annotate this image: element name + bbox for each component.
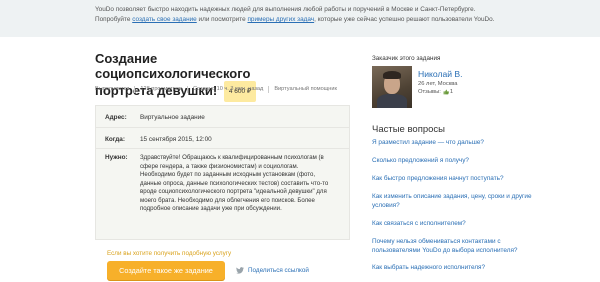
faq-item[interactable]: Как изменить описание задания, цену, сро… (372, 192, 542, 210)
banner-middle: или посмотрите (198, 16, 246, 23)
create-task-link[interactable]: создать свое задание (132, 16, 197, 23)
banner-prefix: Попробуйте (95, 16, 131, 23)
info-banner-text: YouDo позволяет быстро находить надежных… (95, 5, 515, 25)
task-created: Создано 10 ч. 3 мин. назад (186, 86, 268, 93)
reviews-label: Отзывы: (418, 89, 441, 95)
faq-list: Я разместил задание — что дальше? Скольк… (372, 138, 542, 272)
when-value: 15 сентября 2015, 12:00 (140, 136, 212, 143)
info-banner: YouDo позволяет быстро находить надежных… (0, 0, 600, 37)
faq-item[interactable]: Как выбрать надежного исполнителя? (372, 263, 542, 272)
needs-label: Нужно: (105, 154, 128, 161)
customer-location: 26 лет, Москва (418, 81, 458, 87)
faq-item[interactable]: Как быстро предложения начнут поступать? (372, 174, 542, 183)
task-meta: Выполняется 128 просмотров Создано 10 ч.… (95, 86, 342, 93)
examples-link[interactable]: примеры других задач (247, 16, 314, 23)
banner-line-1: YouDo позволяет быстро находить надежных… (95, 6, 476, 13)
avatar-body (377, 94, 407, 108)
thumbs-up-icon (443, 89, 449, 95)
faq-item[interactable]: Я разместил задание — что дальше? (372, 138, 542, 147)
customer-avatar[interactable] (372, 66, 412, 108)
faq-item[interactable]: Почему нельзя обмениваться контактами с … (372, 237, 542, 255)
similar-service-link[interactable]: Если вы хотите получить подобную услугу (107, 250, 231, 257)
task-description: Здравствуйте! Обращаюсь к квалифицирован… (140, 154, 329, 212)
task-category: Виртуальный помощник (268, 86, 342, 93)
reviews-count: 1 (449, 89, 454, 95)
twitter-icon (236, 267, 244, 274)
faq-item[interactable]: Как связаться с исполнителем? (372, 219, 542, 228)
create-similar-task-button[interactable]: Создайте такое же задание (107, 261, 225, 280)
when-label: Когда: (105, 136, 125, 143)
customer-heading: Заказчик этого задания (372, 55, 441, 62)
avatar-hair (383, 71, 401, 79)
task-title: Создание социопсихологического портрета … (95, 51, 305, 102)
address-label: Адрес: (105, 114, 127, 121)
address-row: Адрес: Виртуальное задание (96, 106, 349, 128)
share-link[interactable]: Поделиться ссылкой (236, 267, 309, 274)
task-views: 128 просмотров (134, 86, 187, 93)
faq-heading: Частые вопросы (372, 124, 445, 135)
banner-suffix: , которые уже сейчас успешно решают поль… (314, 16, 495, 23)
share-link-text: Поделиться ссылкой (248, 267, 309, 274)
customer-name[interactable]: Николай В. (418, 69, 463, 79)
task-details: Адрес: Виртуальное задание Когда: 15 сен… (95, 105, 350, 240)
address-value: Виртуальное задание (140, 114, 205, 121)
task-status: Выполняется (95, 86, 130, 92)
when-row: Когда: 15 сентября 2015, 12:00 (96, 128, 349, 149)
faq-item[interactable]: Сколько предложений я получу? (372, 156, 542, 165)
customer-reviews[interactable]: Отзывы: 1 (418, 89, 453, 95)
